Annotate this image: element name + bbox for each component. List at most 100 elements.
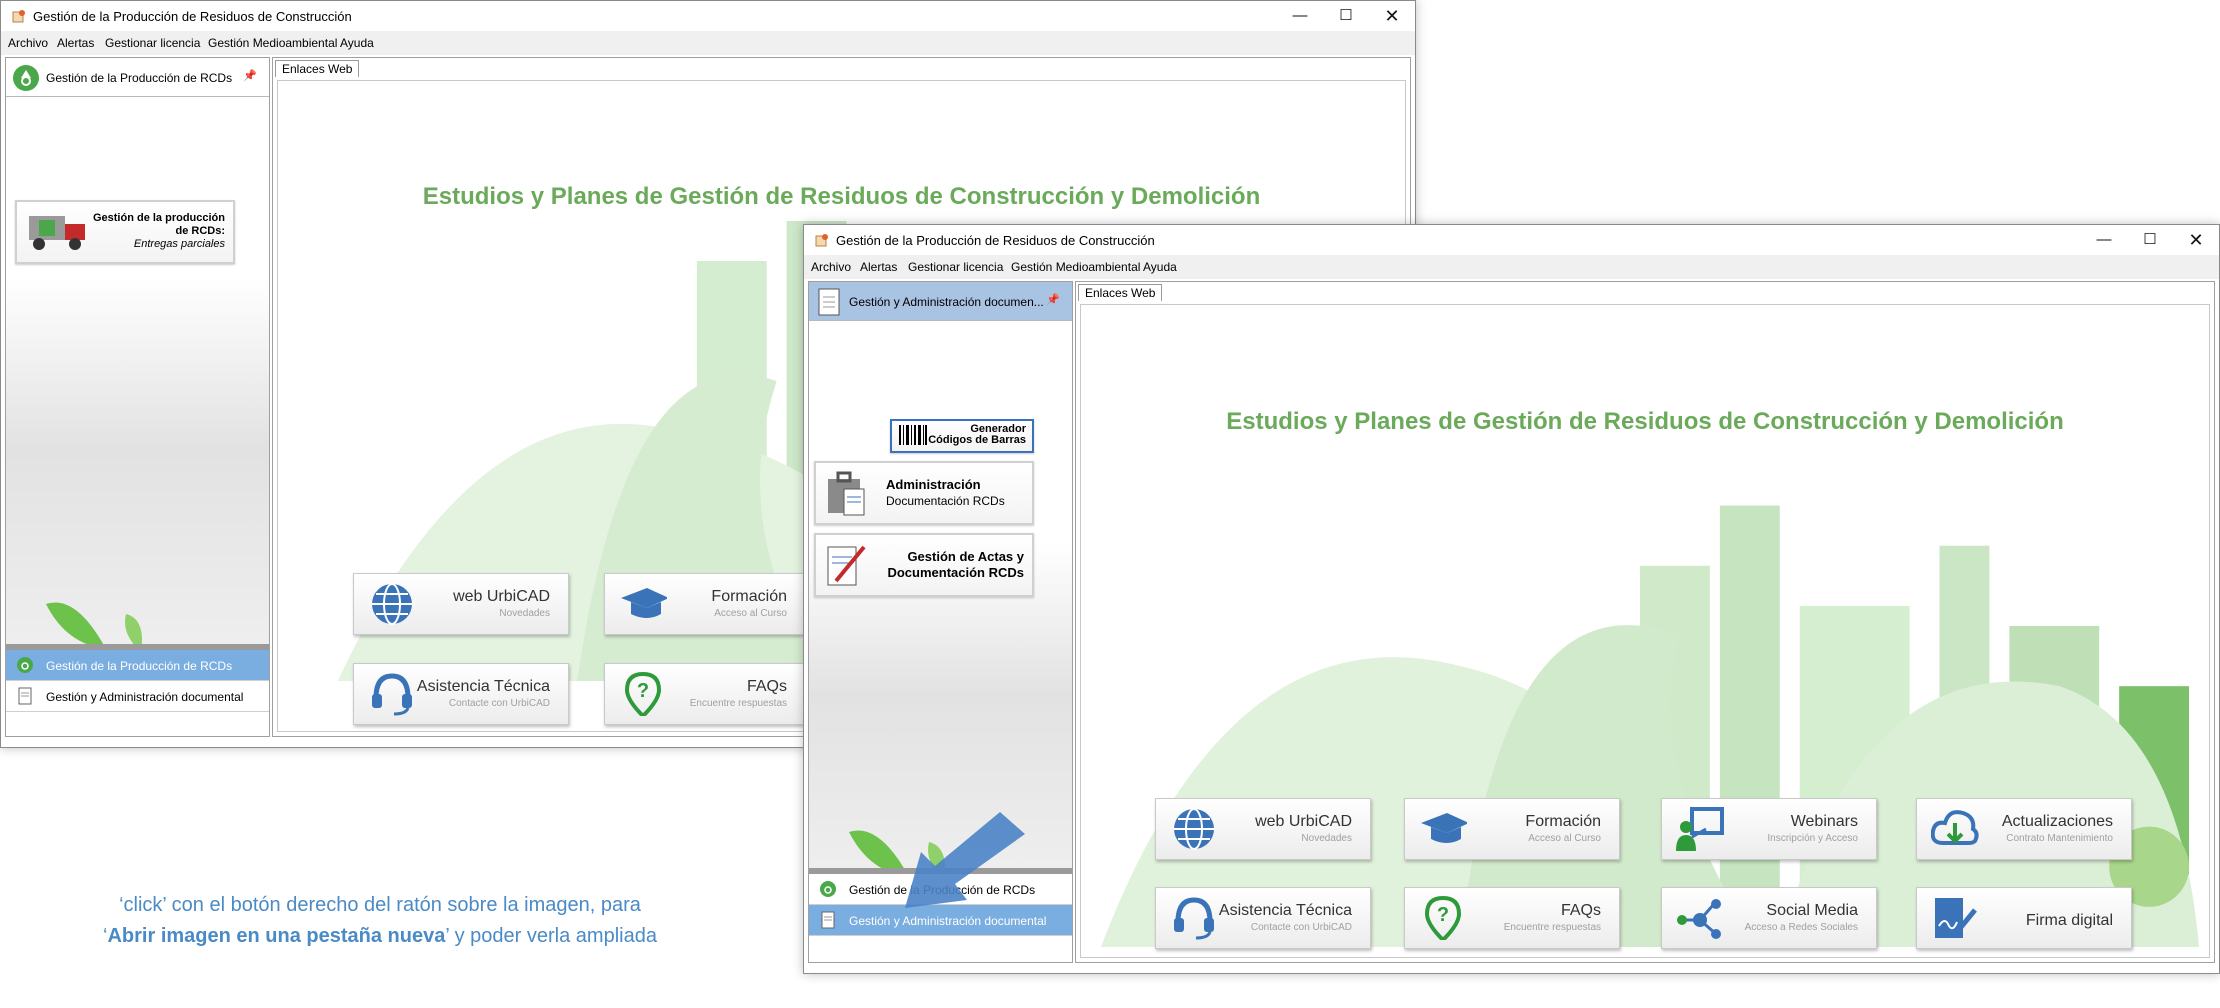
tile-sub: Contacte con UrbiCAD (1250, 922, 1352, 933)
window-title: Gestión de la Producción de Residuos de … (836, 233, 1155, 248)
button-line2: Códigos de Barras (928, 434, 1026, 446)
tile-sub: Inscripción y Acceso (1767, 833, 1858, 844)
generador-codigos-barras-button[interactable]: Generador Códigos de Barras (890, 419, 1034, 453)
pin-icon[interactable]: 📌 (243, 69, 257, 82)
tile-formacion[interactable]: Formación Acceso al Curso (604, 573, 806, 635)
document-icon (18, 687, 32, 705)
nav-item-produccion[interactable]: Gestión de la Producción de RCDs (6, 650, 269, 681)
tile-formacion[interactable]: Formación Acceso al Curso (1404, 798, 1620, 860)
menu-ayuda[interactable]: Ayuda (1143, 260, 1177, 274)
question-pin-icon: ? (624, 672, 662, 716)
tile-sub: Novedades (499, 608, 550, 619)
recycle-icon (13, 65, 39, 91)
tile-social-media[interactable]: Social Media Acceso a Redes Sociales (1661, 887, 1877, 949)
truck-icon (29, 216, 85, 250)
tile-label: Asistencia Técnica (1218, 902, 1352, 919)
menu-ayuda[interactable]: Ayuda (340, 36, 374, 50)
close-button[interactable]: ✕ (2173, 225, 2219, 255)
nav-label: Gestión y Administración documental (46, 690, 244, 704)
minimize-button[interactable]: — (2081, 225, 2127, 255)
caption-rest: ’ y poder verla ampliada (445, 925, 657, 947)
administracion-documentacion-button[interactable]: Administración Documentación RCDs (814, 461, 1034, 525)
tile-label: Formación (711, 588, 787, 605)
main-panel: Enlaces Web Estudios y Planes de Gestión… (1075, 281, 2215, 963)
tile-label: Asistencia Técnica (416, 678, 550, 695)
menu-alertas[interactable]: Alertas (860, 260, 897, 274)
tile-sub: Contacte con UrbiCAD (448, 698, 550, 709)
presenter-icon (1676, 807, 1724, 851)
briefcase-document-icon (828, 471, 865, 516)
tile-firma-digital[interactable]: Firma digital (1916, 887, 2132, 949)
tab-enlaces-web[interactable]: Enlaces Web (1078, 284, 1163, 301)
tile-sub: Novedades (1301, 833, 1352, 844)
gestion-actas-button[interactable]: Gestión de Actas y Documentación RCDs (814, 533, 1034, 597)
menu-gestion-medioambiental[interactable]: Gestión Medioambiental (1011, 260, 1140, 274)
entregas-parciales-button[interactable]: Gestión de la producción de RCDs: Entreg… (15, 200, 235, 264)
svg-text:?: ? (1437, 904, 1449, 926)
tile-sub: Acceso al Curso (714, 608, 787, 619)
tile-sub: Encuentre respuestas (689, 698, 787, 709)
minimize-button[interactable]: — (1277, 1, 1323, 31)
recycle-icon (820, 881, 836, 897)
close-button[interactable]: ✕ (1369, 1, 1415, 31)
pin-icon[interactable]: 📌 (1046, 293, 1060, 306)
tile-actualizaciones[interactable]: Actualizaciones Contrato Mantenimiento (1916, 798, 2132, 860)
menu-archivo[interactable]: Archivo (8, 36, 48, 50)
tile-faqs[interactable]: ? FAQs Encuentre respuestas (1404, 887, 1620, 949)
pen-document-icon (827, 545, 866, 586)
menu-gestion-medioambiental[interactable]: Gestión Medioambiental (208, 36, 337, 50)
maximize-button[interactable]: ☐ (2127, 225, 2173, 255)
recycle-icon (17, 657, 33, 673)
title-bar: Gestión de la Producción de Residuos de … (1, 1, 1415, 31)
button-line1: Gestión de Actas y (907, 549, 1024, 564)
tile-sub: Acceso a Redes Sociales (1744, 922, 1858, 933)
document-icon (818, 288, 840, 316)
globe-icon (372, 583, 412, 625)
tile-label: Webinars (1790, 813, 1858, 830)
sidebar-header: Gestión de la Producción de RCDs 📌 (6, 58, 269, 97)
sidebar-header: Gestión y Administración documen... 📌 (809, 282, 1072, 321)
nav-item-documental[interactable]: Gestión y Administración documental (6, 681, 269, 712)
button-line1: Administración (886, 477, 981, 492)
nav-label: Gestión y Administración documental (849, 914, 1047, 928)
svg-text:?: ? (637, 680, 649, 702)
caption-bold: Abrir imagen en una pestaña nueva (107, 925, 446, 947)
network-icon (1677, 899, 1721, 939)
button-line2: Documentación RCDs (887, 565, 1024, 580)
menu-alertas[interactable]: Alertas (57, 36, 94, 50)
tile-label: web UrbiCAD (453, 588, 550, 605)
menu-bar: Archivo Alertas Gestionar licencia Gesti… (1, 31, 1415, 55)
tile-label: FAQs (1560, 902, 1601, 919)
headset-icon (372, 673, 412, 716)
sidebar-title: Gestión y Administración documen... (849, 295, 1044, 309)
pointer-arrow-icon (905, 812, 1025, 908)
tile-web-urbicad[interactable]: web UrbiCAD Novedades (1155, 798, 1371, 860)
caption-line2: ‘Abrir imagen en una pestaña nueva’ y po… (40, 921, 720, 952)
tile-asistencia-tecnica[interactable]: Asistencia Técnica Contacte con UrbiCAD (1155, 887, 1371, 949)
barcode-icon (899, 425, 927, 445)
tab-enlaces-web[interactable]: Enlaces Web (275, 60, 360, 77)
caption-line1: ‘click’ con el botón derecho del ratón s… (119, 894, 641, 916)
sidebar-title: Gestión de la Producción de RCDs (46, 71, 233, 85)
menu-gestionar-licencia[interactable]: Gestionar licencia (105, 36, 200, 50)
graduation-cap-icon (1421, 813, 1467, 843)
tile-label: Formación (1525, 813, 1601, 830)
tile-sub: Contrato Mantenimiento (2006, 833, 2113, 844)
menu-archivo[interactable]: Archivo (811, 260, 851, 274)
card-line3: Entregas parciales (133, 238, 225, 250)
nav-label: Gestión de la Producción de RCDs (46, 659, 233, 673)
tile-label: web UrbiCAD (1255, 813, 1352, 830)
title-bar: Gestión de la Producción de Residuos de … (804, 225, 2219, 255)
maximize-button[interactable]: ☐ (1323, 1, 1369, 31)
cloud-download-icon (1931, 810, 1979, 845)
window-title: Gestión de la Producción de Residuos de … (33, 9, 352, 24)
signature-icon (1935, 898, 1977, 938)
page-heading: Estudios y Planes de Gestión de Residuos… (422, 183, 1261, 210)
tile-faqs[interactable]: ? FAQs Encuentre respuestas (604, 663, 806, 725)
tile-web-urbicad[interactable]: web UrbiCAD Novedades (353, 573, 569, 635)
button-line2: Documentación RCDs (886, 494, 1005, 508)
document-icon (821, 911, 835, 929)
tile-webinars[interactable]: Webinars Inscripción y Acceso (1661, 798, 1877, 860)
tile-asistencia-tecnica[interactable]: Asistencia Técnica Contacte con UrbiCAD (353, 663, 569, 725)
menu-gestionar-licencia[interactable]: Gestionar licencia (908, 260, 1003, 274)
